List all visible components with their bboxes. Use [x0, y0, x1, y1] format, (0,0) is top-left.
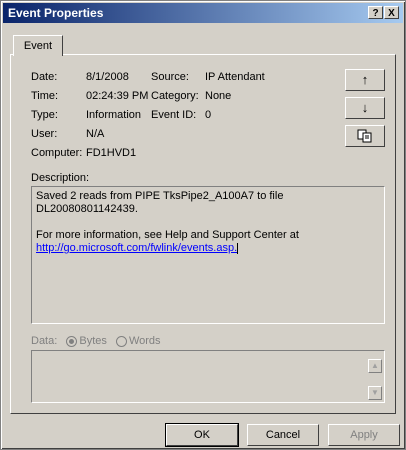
title-bar[interactable]: Event Properties ? X: [3, 3, 403, 23]
data-scrollbar[interactable]: ▲ ▼: [368, 353, 382, 400]
help-link[interactable]: http://go.microsoft.com/fwlink/events.as…: [36, 242, 237, 254]
computer-value: FD1HVD1: [86, 147, 137, 159]
data-format-row: Data: Bytes Words: [31, 335, 161, 347]
description-line2: For more information, see Help and Suppo…: [36, 229, 299, 241]
data-label: Data:: [31, 335, 58, 347]
bytes-label: Bytes: [79, 335, 107, 347]
user-value: N/A: [86, 128, 105, 140]
bytes-radio[interactable]: [66, 335, 78, 347]
next-event-button[interactable]: ↓: [345, 97, 385, 119]
user-label: User:: [31, 128, 58, 140]
ok-button[interactable]: OK: [165, 423, 239, 447]
copy-icon: [357, 129, 372, 143]
event-properties-dialog: Event Properties ? X Event Date: 8/1/200…: [0, 0, 406, 450]
cancel-button[interactable]: Cancel: [247, 424, 319, 446]
computer-label: Computer:: [31, 147, 83, 159]
description-text[interactable]: Saved 2 reads from PIPE TksPipe2_A100A7 …: [31, 186, 385, 324]
scroll-up-icon[interactable]: ▲: [368, 359, 382, 373]
source-label: Source:: [151, 71, 189, 83]
type-label: Type:: [31, 109, 58, 121]
scroll-down-icon[interactable]: ▼: [368, 386, 382, 400]
window-title: Event Properties: [8, 6, 104, 20]
time-label: Time:: [31, 90, 59, 102]
type-value: Information: [86, 109, 142, 121]
help-button[interactable]: ?: [368, 6, 383, 19]
category-value: None: [205, 90, 232, 102]
category-label: Category:: [151, 90, 199, 102]
data-textbox[interactable]: ▲ ▼: [31, 350, 385, 403]
description-line1: Saved 2 reads from PIPE TksPipe2_A100A7 …: [36, 190, 284, 215]
apply-button[interactable]: Apply: [328, 424, 400, 446]
words-label: Words: [128, 335, 161, 347]
close-button[interactable]: X: [384, 6, 399, 19]
tab-event[interactable]: Event: [13, 35, 63, 56]
date-value: 8/1/2008: [86, 71, 129, 83]
description-label: Description:: [31, 172, 90, 184]
copy-button[interactable]: [345, 125, 385, 147]
eventid-value: 0: [205, 109, 212, 121]
previous-event-button[interactable]: ↑: [345, 69, 385, 91]
time-value: 02:24:39 PM: [86, 90, 149, 102]
date-label: Date:: [31, 71, 58, 83]
source-value: IP Attendant: [205, 71, 265, 83]
words-radio[interactable]: [115, 335, 127, 347]
eventid-label: Event ID:: [151, 109, 197, 121]
